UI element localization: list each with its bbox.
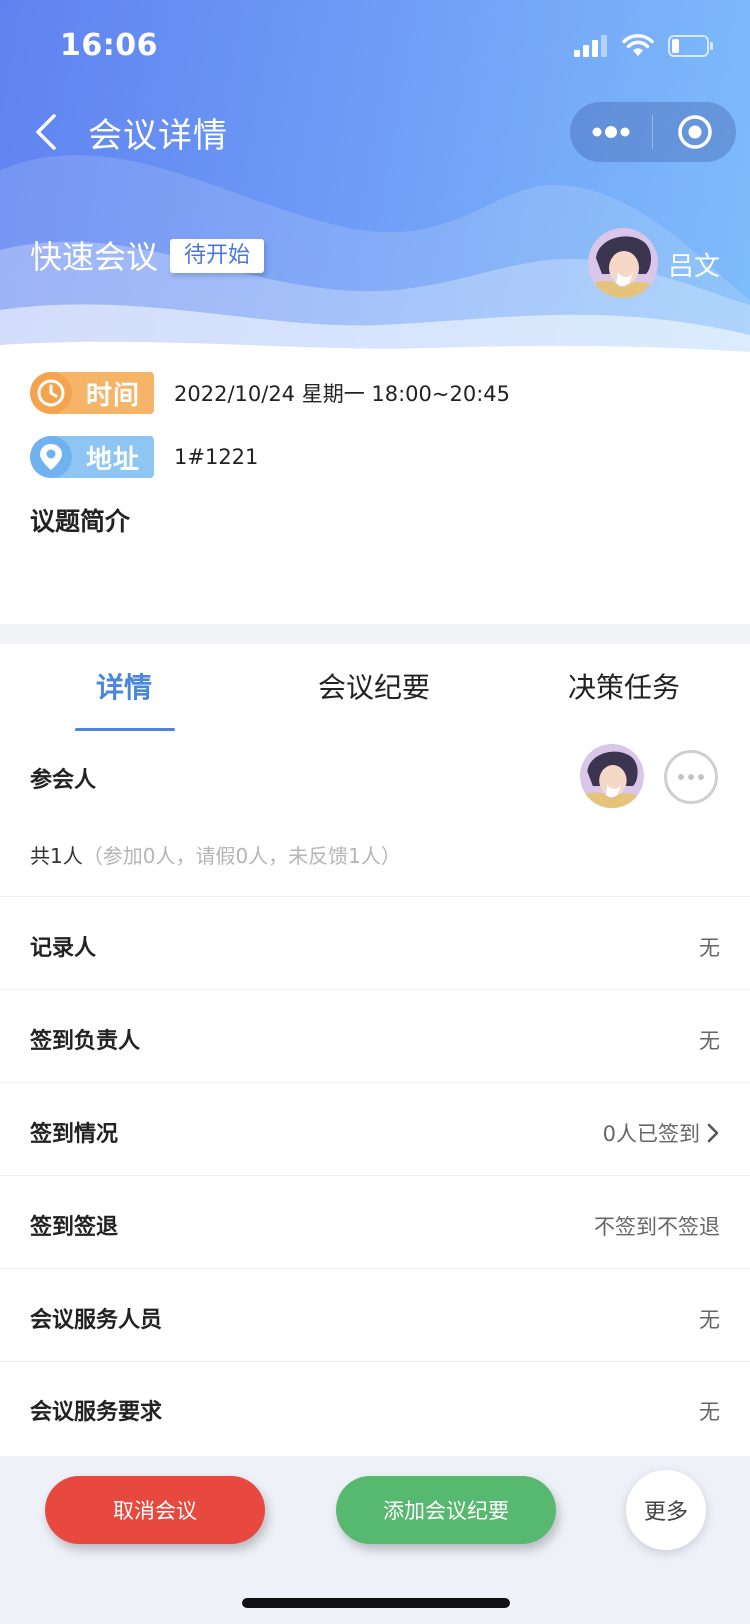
miniprogram-capsule — [570, 102, 736, 162]
row-value: 无 — [699, 1304, 720, 1334]
battery-icon — [668, 35, 713, 57]
time-row: 时间 2022/10/24 星期一 18:00~20:45 — [30, 372, 510, 414]
meeting-title: 快速会议 — [30, 238, 159, 276]
header-banner: 16:06 会议详情 快速会议 待开始 吕文 — [0, 0, 750, 400]
tab-decision-tasks[interactable]: 决策任务 — [568, 666, 680, 706]
tab-minutes[interactable]: 会议纪要 — [318, 666, 430, 706]
back-arrow-icon[interactable] — [28, 110, 68, 154]
address-value: 1#1221 — [174, 445, 259, 469]
status-badge: 待开始 — [170, 239, 265, 273]
close-miniprogram-button[interactable] — [653, 102, 736, 162]
topic-title: 议题简介 — [30, 507, 131, 536]
row-value-text: 不签到不签退 — [594, 1215, 720, 1239]
more-button[interactable]: 更多 — [626, 1470, 706, 1550]
address-label: 地址 — [85, 444, 140, 475]
divider — [0, 1268, 750, 1269]
address-pill: 地址 — [30, 436, 154, 478]
wifi-icon — [622, 34, 654, 56]
time-pill: 时间 — [30, 372, 154, 414]
home-indicator — [242, 1598, 510, 1608]
row-value-text: 无 — [699, 1400, 720, 1424]
host-avatar[interactable] — [588, 228, 658, 298]
row-label: 签到情况 — [30, 1122, 119, 1147]
row-value: 无 — [699, 1025, 720, 1055]
attendee-count: 共1人（参加0人，请假0人，未反馈1人） — [30, 840, 401, 869]
avatar-image — [580, 744, 644, 808]
row-value-text: 无 — [699, 1308, 720, 1332]
chevron-right-icon — [707, 1123, 719, 1143]
location-pin-icon — [30, 436, 72, 478]
attendee-breakdown: （参加0人，请假0人，未反馈1人） — [82, 844, 401, 868]
row-value: 无 — [699, 1396, 720, 1426]
attendee-avatar[interactable] — [580, 744, 644, 808]
divider — [0, 989, 750, 990]
clock-icon — [30, 372, 72, 414]
active-tab-indicator — [75, 728, 175, 731]
row-label: 签到负责人 — [30, 1029, 141, 1054]
row-label: 签到签退 — [30, 1215, 119, 1240]
row-value-text: 0人已签到 — [602, 1122, 700, 1146]
attendees-label: 参会人 — [30, 768, 97, 793]
row-value: 0人已签到 — [603, 1118, 720, 1148]
tab-bar: 详情 会议纪要 决策任务 — [0, 644, 750, 734]
host-name: 吕文 — [668, 252, 721, 282]
row-label: 记录人 — [30, 936, 97, 961]
status-bar: 16:06 — [0, 0, 750, 92]
row-value-text: 无 — [699, 936, 720, 960]
section-gap — [0, 624, 750, 644]
status-icons — [574, 34, 714, 58]
address-row: 地址 1#1221 — [30, 436, 258, 478]
divider — [0, 1175, 750, 1176]
more-dots-icon — [592, 126, 630, 138]
divider — [0, 896, 750, 897]
time-value: 2022/10/24 星期一 18:00~20:45 — [174, 382, 511, 406]
status-time: 16:06 — [60, 28, 158, 63]
row-value: 不签到不签退 — [594, 1211, 720, 1241]
more-attendees-button[interactable] — [664, 750, 718, 804]
row-value: 无 — [699, 932, 720, 962]
more-menu-button[interactable] — [570, 102, 652, 162]
signal-icon — [574, 35, 607, 57]
page-title: 会议详情 — [88, 116, 228, 156]
add-minutes-button[interactable]: 添加会议纪要 — [336, 1476, 556, 1544]
row-label: 会议服务人员 — [30, 1308, 163, 1333]
target-circle-icon — [677, 115, 712, 149]
cancel-meeting-button[interactable]: 取消会议 — [45, 1476, 265, 1544]
attendee-total: 共1人 — [30, 844, 83, 868]
row-value-text: 无 — [699, 1029, 720, 1053]
row-label: 会议服务要求 — [30, 1400, 163, 1425]
divider — [0, 1082, 750, 1083]
time-label: 时间 — [85, 380, 140, 411]
divider — [0, 1361, 750, 1362]
ellipsis-icon — [678, 774, 704, 780]
tab-details[interactable]: 详情 — [96, 666, 152, 706]
avatar-image — [588, 228, 658, 298]
